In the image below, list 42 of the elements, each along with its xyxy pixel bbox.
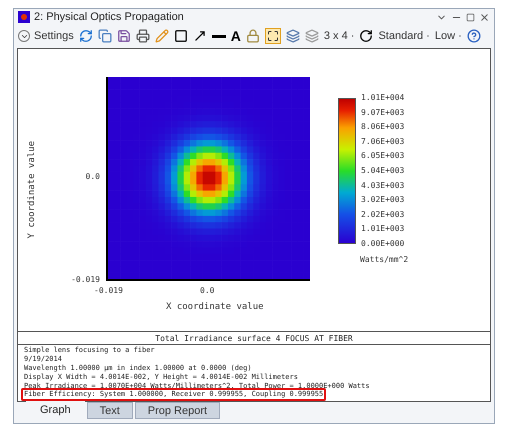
legend-label: 0.00E+000 bbox=[361, 240, 406, 248]
x-axis-label: X coordinate value bbox=[166, 300, 265, 314]
layers-icon[interactable] bbox=[286, 29, 300, 44]
unit-label: Watts/mm^2 bbox=[360, 254, 408, 266]
layout-button[interactable]: 3 x 4 · bbox=[324, 28, 354, 45]
app-icon bbox=[18, 11, 30, 23]
legend-label: 1.01E+004 bbox=[361, 94, 406, 102]
legend-label: 9.07E+003 bbox=[361, 108, 406, 117]
help-icon[interactable] bbox=[466, 29, 481, 44]
x-tick-label: 0.0 bbox=[200, 284, 214, 297]
fit-button[interactable] bbox=[264, 28, 281, 44]
rotate-icon[interactable] bbox=[359, 29, 374, 44]
legend-label: 5.04E+003 bbox=[361, 166, 406, 175]
print-icon[interactable] bbox=[136, 29, 150, 44]
stack-icon[interactable] bbox=[304, 29, 319, 44]
rectangle-icon[interactable] bbox=[174, 29, 188, 44]
text-tool-icon[interactable]: A bbox=[230, 29, 241, 44]
legend-label: 8.06E+003 bbox=[361, 123, 406, 132]
window-title: 2: Physical Optics Propagation bbox=[34, 10, 184, 25]
tab[interactable]: Text bbox=[86, 402, 133, 419]
legend-label: 6.05E+003 bbox=[361, 152, 406, 160]
save-icon[interactable] bbox=[116, 29, 131, 44]
y-tick-label: -0.019 bbox=[71, 274, 100, 286]
legend-label: 1.01E+003 bbox=[361, 225, 406, 234]
legend-label: 4.03E+003 bbox=[361, 182, 406, 190]
maximize-icon[interactable] bbox=[466, 12, 475, 22]
x-tick-label: -0.019 bbox=[94, 284, 123, 297]
close-icon[interactable] bbox=[479, 12, 490, 22]
y-tick-label: 0.0 bbox=[86, 170, 100, 183]
refresh-icon[interactable] bbox=[78, 29, 93, 44]
copy-icon[interactable] bbox=[98, 29, 112, 44]
legend-label: 7.06E+003 bbox=[361, 138, 406, 146]
standard-button[interactable]: Standard · bbox=[378, 28, 430, 45]
y-axis-label: Y coordinate value bbox=[26, 141, 38, 239]
arrow-icon[interactable] bbox=[192, 29, 207, 44]
sampling-button[interactable]: Low · bbox=[434, 28, 462, 45]
settings-button[interactable]: Settings bbox=[18, 28, 74, 45]
lock-icon[interactable] bbox=[246, 29, 260, 44]
tab[interactable]: Prop Report bbox=[134, 402, 220, 419]
legend-label: 3.02E+003 bbox=[361, 196, 406, 204]
report-title: Total Irradiance surface 4 FOCUS AT FIBER bbox=[18, 332, 490, 345]
legend-label: 2.02E+003 bbox=[361, 210, 406, 219]
